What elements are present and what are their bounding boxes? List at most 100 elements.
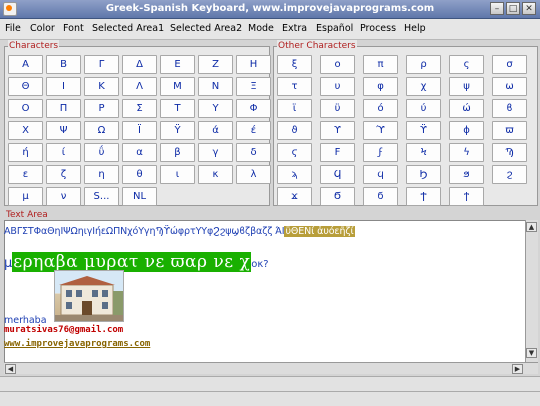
characters-key[interactable]: Ϊ <box>122 121 157 140</box>
other-characters-key[interactable]: ϩ <box>492 165 527 184</box>
other-characters-key[interactable]: Ϯ <box>406 187 441 206</box>
other-characters-key[interactable]: ύ <box>406 99 441 118</box>
other-characters-key[interactable]: ϋ <box>320 99 355 118</box>
characters-key[interactable]: Τ <box>160 99 195 118</box>
characters-key[interactable]: Σ <box>122 99 157 118</box>
characters-key[interactable]: η <box>84 165 119 184</box>
other-characters-key[interactable]: ϒ <box>320 121 355 140</box>
other-characters-key[interactable]: π <box>363 55 398 74</box>
menu-font[interactable]: Font <box>63 23 84 35</box>
other-characters-key[interactable]: ς <box>449 55 484 74</box>
other-characters-key[interactable]: ώ <box>449 99 484 118</box>
characters-key[interactable]: Κ <box>84 77 119 96</box>
other-characters-key[interactable]: ϛ <box>277 143 312 162</box>
characters-key[interactable]: Ε <box>160 55 195 74</box>
characters-key[interactable]: μ <box>8 187 43 206</box>
characters-key[interactable]: ΰ <box>84 143 119 162</box>
scroll-right-arrow-icon[interactable]: ▶ <box>512 364 523 374</box>
characters-key[interactable]: Ζ <box>198 55 233 74</box>
other-characters-key[interactable]: ρ <box>406 55 441 74</box>
characters-key[interactable]: ά <box>198 121 233 140</box>
other-characters-key[interactable]: ϭ <box>363 187 398 206</box>
other-characters-key[interactable]: Ϡ <box>492 143 527 162</box>
other-characters-key[interactable]: Ϭ <box>320 187 355 206</box>
characters-key[interactable]: Ν <box>198 77 233 96</box>
menu-selected-area2[interactable]: Selected Area2 <box>170 23 242 35</box>
menu-file[interactable]: File <box>5 23 21 35</box>
other-characters-key[interactable]: ϥ <box>363 165 398 184</box>
other-characters-key[interactable]: ϖ <box>492 121 527 140</box>
scroll-left-arrow-icon[interactable]: ◀ <box>5 364 16 374</box>
characters-key[interactable]: θ <box>122 165 157 184</box>
website-link[interactable]: www.improvejavaprograms.com <box>4 339 150 349</box>
characters-key[interactable]: ε <box>8 165 43 184</box>
characters-key[interactable]: Ϋ <box>160 121 195 140</box>
characters-key[interactable]: Ψ <box>46 121 81 140</box>
other-characters-key[interactable]: ο <box>320 55 355 74</box>
characters-key[interactable]: ή <box>8 143 43 162</box>
other-characters-key[interactable]: ϝ <box>363 143 398 162</box>
menu-mode[interactable]: Mode <box>248 23 274 35</box>
menu-process[interactable]: Process <box>360 23 396 35</box>
other-characters-key[interactable]: ϯ <box>449 187 484 206</box>
characters-key[interactable]: Π <box>46 99 81 118</box>
other-characters-key[interactable]: ό <box>363 99 398 118</box>
other-characters-key[interactable]: Ϧ <box>406 165 441 184</box>
menu-help[interactable]: Help <box>404 23 426 35</box>
email-link[interactable]: muratsivas76@gmail.com <box>4 325 123 335</box>
characters-key[interactable]: Ω <box>84 121 119 140</box>
characters-key[interactable]: Δ <box>122 55 157 74</box>
menu-selected-area1[interactable]: Selected Area1 <box>92 23 164 35</box>
scroll-down-arrow-icon[interactable]: ▼ <box>526 348 537 358</box>
other-characters-key[interactable]: σ <box>492 55 527 74</box>
characters-key[interactable]: Η <box>236 55 271 74</box>
minimize-button[interactable]: – <box>490 2 504 15</box>
other-characters-key[interactable]: τ <box>277 77 312 96</box>
characters-key[interactable]: γ <box>198 143 233 162</box>
vertical-scrollbar[interactable]: ▲ ▼ <box>525 220 538 372</box>
characters-key[interactable]: Υ <box>198 99 233 118</box>
characters-key[interactable]: ν <box>46 187 81 206</box>
characters-key[interactable]: Γ <box>84 55 119 74</box>
characters-key[interactable]: Ι <box>46 77 81 96</box>
other-characters-key[interactable]: ψ <box>449 77 484 96</box>
menu-espanol[interactable]: Español <box>316 23 353 35</box>
characters-key[interactable]: Β <box>46 55 81 74</box>
other-characters-key[interactable]: ϓ <box>363 121 398 140</box>
characters-key[interactable]: S... <box>84 187 119 206</box>
close-button[interactable]: ✕ <box>522 2 536 15</box>
characters-key[interactable]: Μ <box>160 77 195 96</box>
other-characters-key[interactable]: Ϟ <box>406 143 441 162</box>
characters-key[interactable]: NL <box>122 187 157 206</box>
other-characters-key[interactable]: Ϥ <box>320 165 355 184</box>
other-characters-key[interactable]: ϔ <box>406 121 441 140</box>
other-characters-key[interactable]: ϊ <box>277 99 312 118</box>
characters-key[interactable]: Χ <box>8 121 43 140</box>
other-characters-key[interactable]: ϧ <box>449 165 484 184</box>
characters-key[interactable]: δ <box>236 143 271 162</box>
scroll-up-arrow-icon[interactable]: ▲ <box>526 222 537 232</box>
characters-key[interactable]: Ο <box>8 99 43 118</box>
characters-key[interactable]: έ <box>236 121 271 140</box>
other-characters-key[interactable]: ϫ <box>277 187 312 206</box>
characters-key[interactable]: ζ <box>46 165 81 184</box>
other-characters-key[interactable]: ω <box>492 77 527 96</box>
other-characters-key[interactable]: χ <box>406 77 441 96</box>
other-characters-key[interactable]: υ <box>320 77 355 96</box>
maximize-button[interactable]: □ <box>506 2 520 15</box>
characters-key[interactable]: Θ <box>8 77 43 96</box>
other-characters-key[interactable]: ϡ <box>277 165 312 184</box>
other-characters-key[interactable]: ξ <box>277 55 312 74</box>
other-characters-key[interactable]: ϑ <box>277 121 312 140</box>
characters-key[interactable]: κ <box>198 165 233 184</box>
characters-key[interactable]: λ <box>236 165 271 184</box>
characters-key[interactable]: α <box>122 143 157 162</box>
characters-key[interactable]: Λ <box>122 77 157 96</box>
characters-key[interactable]: ι <box>160 165 195 184</box>
characters-key[interactable]: Α <box>8 55 43 74</box>
other-characters-key[interactable]: ϐ <box>492 99 527 118</box>
menu-color[interactable]: Color <box>30 23 55 35</box>
characters-key[interactable]: Ρ <box>84 99 119 118</box>
characters-key[interactable]: Ξ <box>236 77 271 96</box>
characters-key[interactable]: β <box>160 143 195 162</box>
